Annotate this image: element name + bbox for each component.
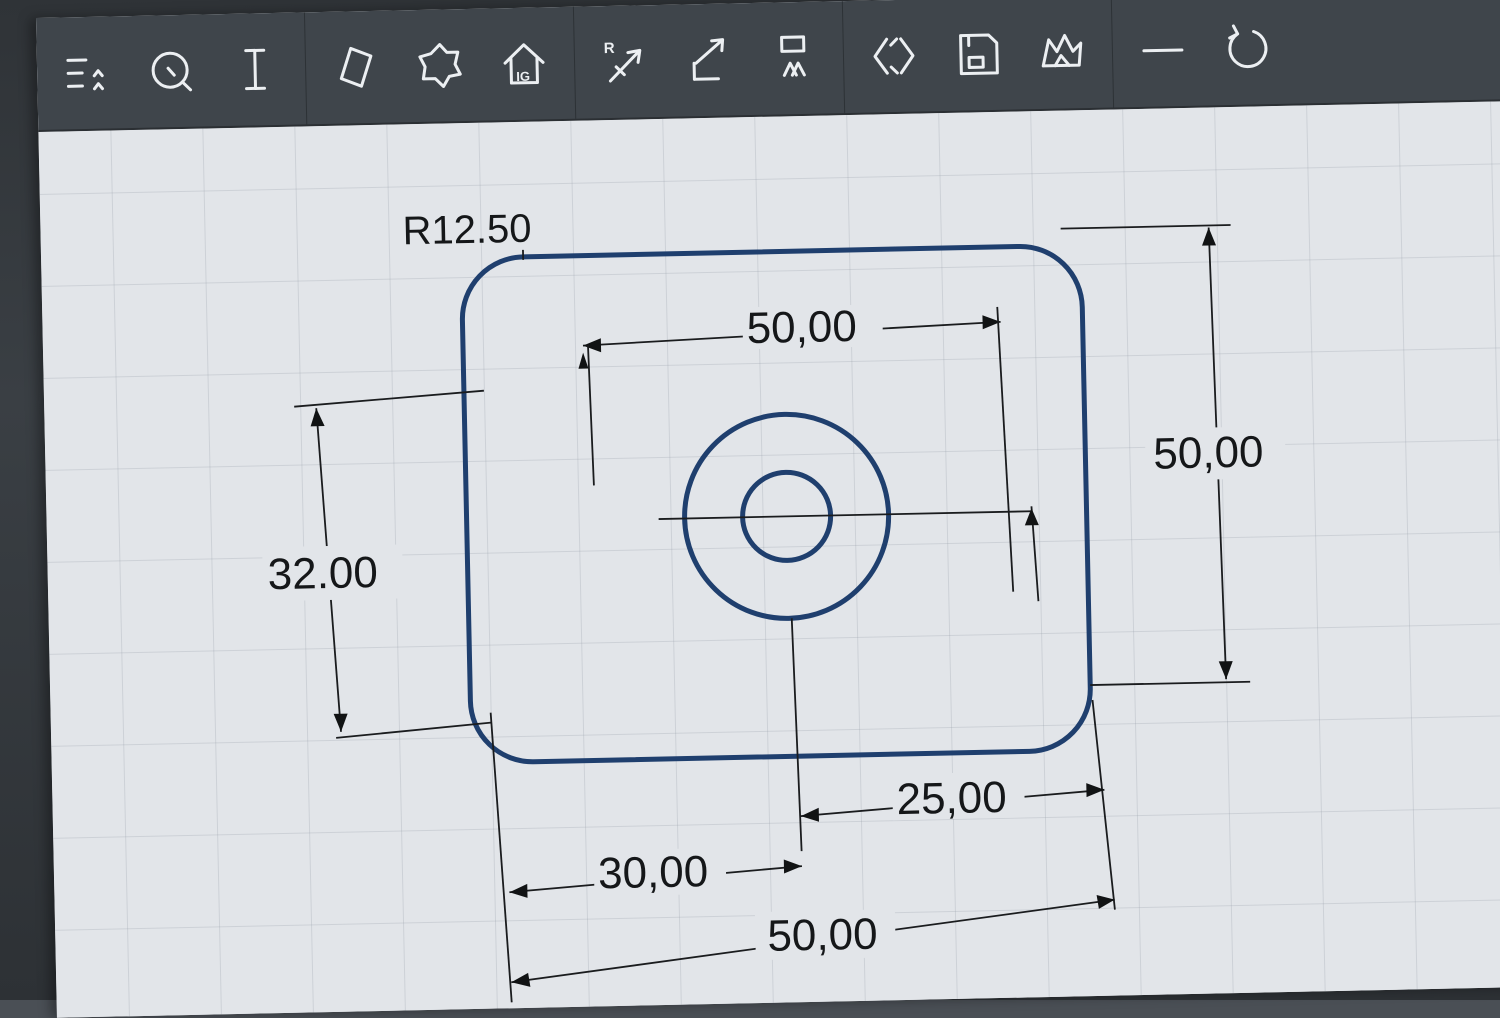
trim-icon: [765, 31, 820, 86]
menu-button[interactable]: [44, 30, 130, 116]
search-icon: [144, 44, 199, 99]
toolbar-group-shapes: IG: [305, 7, 576, 125]
bottom-left-arrow-left: [509, 884, 527, 898]
bottom-total-dimension[interactable]: 50,00: [767, 910, 878, 961]
drawing-canvas[interactable]: R12.50 50,00 50,00: [38, 101, 1500, 1018]
toolbar-group-view: [36, 12, 307, 130]
save-icon: [950, 27, 1005, 82]
right-height-arrow-bottom: [1219, 661, 1233, 679]
top-width-extension-right: [997, 307, 1013, 592]
toolbar-group-dimension: R: [574, 1, 845, 119]
radius-tool-button[interactable]: R: [582, 19, 668, 105]
trim-tool-button[interactable]: [750, 15, 836, 101]
right-height-dimension[interactable]: 50,00: [1153, 427, 1264, 478]
house-icon-label: IG: [516, 69, 530, 84]
house-icon: IG: [497, 36, 552, 91]
bottom-left-dimension[interactable]: 30,00: [598, 847, 709, 898]
refresh-icon: [1219, 21, 1274, 76]
circle-vertical-extension: [792, 618, 802, 851]
left-height-arrow-bottom: [334, 714, 348, 732]
left-height-dimension[interactable]: 32.00: [267, 548, 378, 599]
bottom-total-arrow-left: [511, 973, 530, 987]
diamond-icon: [329, 40, 384, 95]
shape-tool-button[interactable]: [397, 23, 483, 109]
minimize-button[interactable]: [1120, 8, 1206, 94]
bottom-left-arrow-right: [784, 859, 802, 873]
top-width-extension-left: [588, 345, 594, 485]
save-button[interactable]: [935, 11, 1021, 97]
line-angle-icon: [681, 32, 736, 87]
top-width-dimension[interactable]: 50,00: [746, 302, 857, 353]
left-height-extension-top: [294, 391, 484, 407]
menu-icon: [60, 45, 115, 100]
fill-icon: [1034, 25, 1089, 80]
minimize-icon: [1135, 23, 1190, 78]
bottom-right-dimension[interactable]: 25,00: [896, 773, 1007, 824]
home-view-button[interactable]: IG: [481, 21, 567, 107]
bottom-extension-right: [1093, 700, 1115, 910]
bottom-total-arrow-right: [1097, 895, 1115, 909]
zoom-button[interactable]: [128, 28, 214, 114]
radius-dimension-label[interactable]: R12.50: [402, 207, 532, 254]
fit-view-button[interactable]: [851, 13, 937, 99]
top-width-arrow-left: [583, 338, 601, 352]
left-height-arrow-top: [310, 408, 324, 426]
toolbar-group-file: [843, 0, 1114, 113]
left-height-extension-bottom: [336, 723, 491, 738]
sketch-drawing: R12.50 50,00 50,00: [38, 101, 1500, 1018]
right-height-arrow-top: [1202, 227, 1216, 245]
top-width-tick-left: [578, 353, 588, 369]
fit-view-icon: [866, 28, 921, 83]
cad-application-window: IG R: [36, 0, 1500, 1018]
right-height-extension-top: [1061, 225, 1231, 229]
radius-tool-icon: R: [597, 34, 652, 89]
toolbar-group-window: [1112, 0, 1298, 107]
circle-centerline: [659, 511, 1032, 519]
text-cursor-icon: [228, 42, 283, 97]
fill-button[interactable]: [1019, 10, 1105, 96]
text-tool-button[interactable]: [212, 27, 298, 113]
polygon-tool-button[interactable]: [313, 24, 399, 110]
right-height-extension-bottom: [1090, 682, 1250, 685]
radius-tool-letter: R: [604, 40, 615, 57]
octagon-icon: [413, 38, 468, 93]
bottom-right-arrow-left: [801, 808, 819, 822]
refresh-button[interactable]: [1204, 6, 1290, 92]
line-tool-button[interactable]: [666, 17, 752, 103]
